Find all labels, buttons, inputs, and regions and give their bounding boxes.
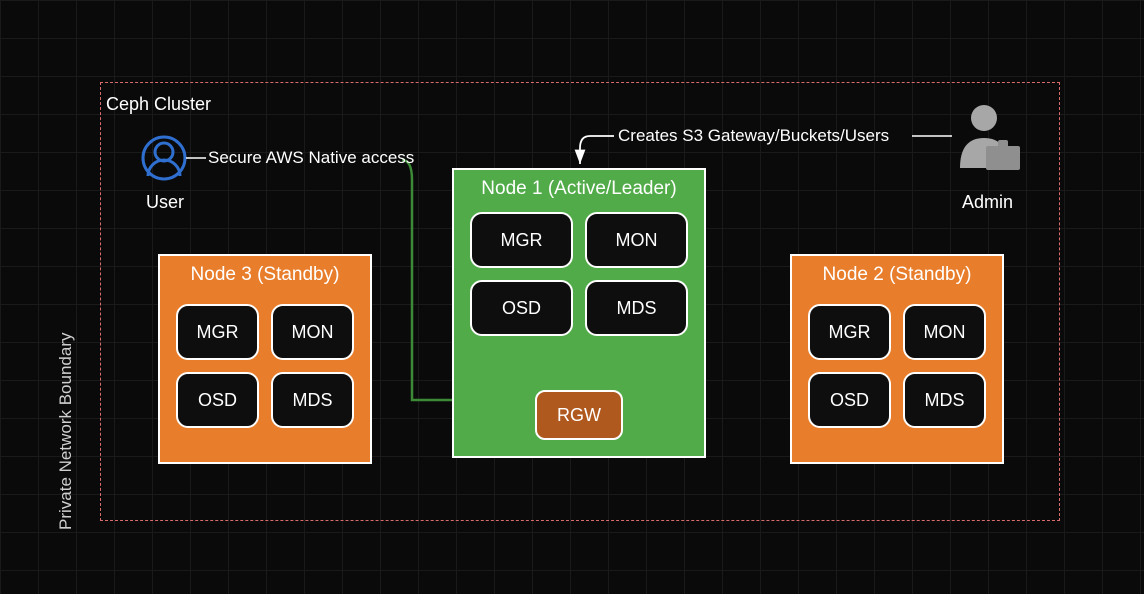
node-2-title: Node 2 (Standby): [792, 264, 1002, 286]
node-3: Node 3 (Standby) MGR MON OSD MDS: [158, 254, 372, 464]
network-boundary-label: Private Network Boundary: [56, 333, 76, 530]
cluster-title: Ceph Cluster: [106, 94, 211, 115]
node-2: Node 2 (Standby) MGR MON OSD MDS: [790, 254, 1004, 464]
node1-svc-mgr: MGR: [470, 212, 573, 268]
node1-svc-mds: MDS: [585, 280, 688, 336]
node2-svc-mon: MON: [903, 304, 986, 360]
user-label: User: [146, 192, 184, 213]
node3-svc-mgr: MGR: [176, 304, 259, 360]
node-1-title: Node 1 (Active/Leader): [454, 178, 704, 200]
annotation-admin-action: Creates S3 Gateway/Buckets/Users: [618, 126, 889, 146]
node1-svc-rgw: RGW: [535, 390, 623, 440]
node2-svc-mds: MDS: [903, 372, 986, 428]
node1-svc-osd: OSD: [470, 280, 573, 336]
node1-svc-mon: MON: [585, 212, 688, 268]
node3-svc-mds: MDS: [271, 372, 354, 428]
annotation-secure-access: Secure AWS Native access: [208, 148, 414, 168]
admin-label: Admin: [962, 192, 1013, 213]
node-3-title: Node 3 (Standby): [160, 264, 370, 286]
node2-svc-osd: OSD: [808, 372, 891, 428]
node3-svc-osd: OSD: [176, 372, 259, 428]
node-1: Node 1 (Active/Leader) MGR MON OSD MDS R…: [452, 168, 706, 458]
node3-svc-mon: MON: [271, 304, 354, 360]
node2-svc-mgr: MGR: [808, 304, 891, 360]
